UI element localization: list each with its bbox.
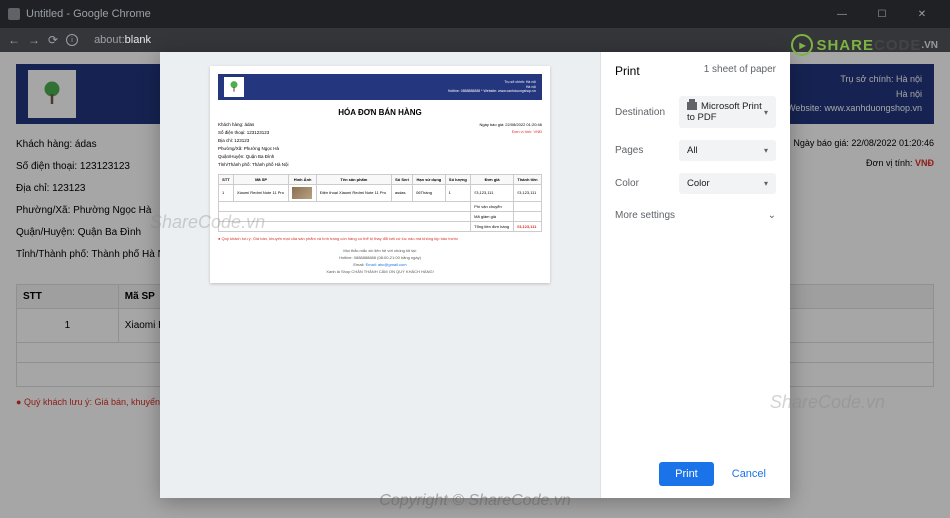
tab-title: Untitled - Google Chrome [26,8,822,20]
printer-icon [687,102,697,110]
sharecode-logo: ▸ SHARECODE.VN [791,34,938,56]
nav-reload[interactable]: ⟳ [48,33,58,47]
window-titlebar: Untitled - Google Chrome — ☐ ✕ [0,0,950,28]
copyright-watermark: Copyright © ShareCode.vn [379,492,570,510]
preview-logo [224,77,244,97]
pages-label: Pages [615,145,671,156]
cancel-button[interactable]: Cancel [722,462,776,486]
viewport: Trụ sở chính: Hà nội Hà nội 8888888 * We… [0,52,950,518]
preview-page: Trụ sở chính: Hà nội Hà nội Hotline: 088… [210,66,550,283]
sharecode-icon: ▸ [791,34,813,56]
window-minimize[interactable]: — [822,9,862,20]
print-title: Print [615,64,640,78]
destination-select[interactable]: Microsoft Print to PDF ▾ [679,96,776,128]
chevron-down-icon: ▾ [764,108,768,117]
destination-label: Destination [615,107,671,118]
color-label: Color [615,178,671,189]
print-dialog: Trụ sở chính: Hà nội Hà nội Hotline: 088… [160,52,790,498]
nav-back[interactable]: ← [8,33,20,47]
chevron-down-icon: ⌄ [768,210,776,221]
url-text[interactable]: about:blank [94,34,151,46]
print-settings-sidebar: Print 1 sheet of paper Destination Micro… [600,52,790,498]
chevron-down-icon: ▾ [764,179,768,188]
print-preview-pane: Trụ sở chính: Hà nội Hà nội Hotline: 088… [160,52,600,498]
sheet-count: 1 sheet of paper [704,64,776,78]
color-select[interactable]: Color ▾ [679,173,776,194]
print-button[interactable]: Print [659,462,714,486]
nav-forward[interactable]: → [28,33,40,47]
tab-favicon [8,8,20,20]
window-maximize[interactable]: ☐ [862,9,902,20]
more-settings-toggle[interactable]: More settings ⌄ [601,200,790,231]
pages-select[interactable]: All ▾ [679,140,776,161]
chevron-down-icon: ▾ [764,146,768,155]
site-info-icon[interactable]: i [66,34,78,46]
window-close[interactable]: ✕ [902,9,942,20]
preview-title: HÓA ĐƠN BÁN HÀNG [218,108,542,117]
